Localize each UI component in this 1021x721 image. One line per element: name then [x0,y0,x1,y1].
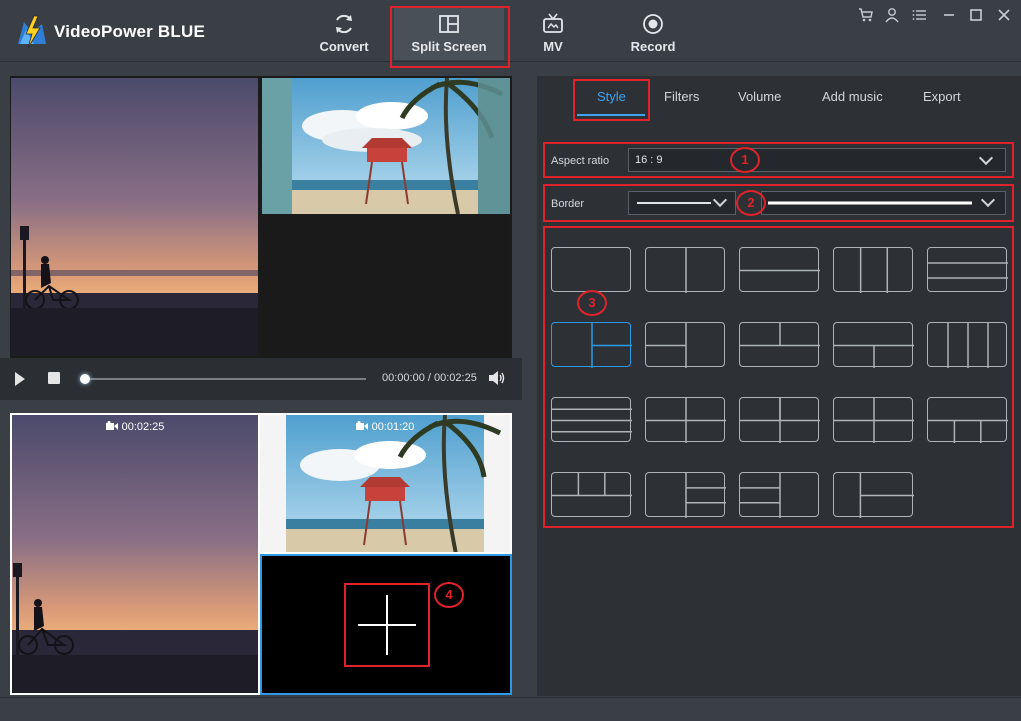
nav-mv[interactable]: MV [498,8,608,60]
layout-option-8[interactable] [739,322,820,367]
status-bar [0,697,1021,721]
nav-convert[interactable]: Convert [289,8,399,60]
top-bar: VideoPower BLUE Convert Split Screen MV … [0,0,1021,68]
nav-record-label: Record [630,39,676,54]
layout-option-11[interactable] [551,397,632,442]
nav-mv-label: MV [543,39,563,54]
annotation-2: 2 [736,190,766,216]
playback-controls: 00:00:00 / 00:02:25 [0,358,522,400]
layout-option-4[interactable] [833,247,913,293]
split-editor: 00:02:25 00:01:20 [10,413,512,695]
beach-lifeguard-preview [262,78,510,214]
aspect-ratio-label: Aspect ratio [551,155,610,167]
tab-add-music[interactable]: Add music [822,89,883,104]
app-logo-icon [18,15,46,49]
clip-2-duration-text: 00:01:20 [371,421,415,433]
settings-panel: Style Filters Volume Add music Export As… [537,76,1021,696]
beach-lifeguard-thumbnail [260,415,510,552]
preview-player [10,76,512,358]
seek-knob[interactable] [80,374,90,384]
minimize-icon[interactable] [939,6,959,24]
close-icon[interactable] [994,6,1014,24]
stop-button[interactable] [48,372,60,384]
seek-bar[interactable] [84,378,366,380]
clip-slot-3-empty[interactable] [260,554,512,695]
cart-icon[interactable] [856,6,876,24]
layout-option-10[interactable] [927,322,1007,368]
plus-icon [358,595,416,655]
aspect-ratio-select[interactable]: 16 : 9 [628,148,1006,172]
layout-option-16[interactable] [551,472,632,517]
split-screen-highlight [390,6,510,68]
app-title: VideoPower BLUE [54,22,205,41]
clip-1-duration: 00:02:25 [12,421,258,433]
refresh-icon [336,14,352,34]
layout-option-13[interactable] [739,397,820,443]
border-style-select[interactable] [628,191,736,215]
menu-icon[interactable] [910,6,930,24]
style-tab-highlight [573,79,650,121]
border-width-select[interactable] [761,191,1006,215]
maximize-icon[interactable] [966,6,986,24]
playback-time: 00:00:00 / 00:02:25 [382,372,477,384]
chevron-down-icon [978,150,994,166]
layout-option-1[interactable] [551,247,631,292]
layout-option-17[interactable] [645,472,726,518]
app-window: VideoPower BLUE Convert Split Screen MV … [0,0,1021,721]
layout-option-7[interactable] [645,322,725,368]
nav-convert-label: Convert [319,39,369,54]
layout-option-15[interactable] [927,397,1008,443]
play-icon[interactable] [14,371,26,387]
border-width-preview-icon [768,201,972,205]
tab-filters[interactable]: Filters [664,89,699,104]
empty-preview-slot [262,216,510,356]
clip-1-duration-text: 00:02:25 [121,421,165,433]
record-icon [643,14,663,34]
layout-option-14[interactable] [833,397,914,443]
tab-export[interactable]: Export [923,89,961,104]
layout-option-5[interactable] [927,247,1008,292]
layout-option-19[interactable] [833,472,914,518]
tv-icon [543,13,563,33]
video-camera-icon [105,421,118,430]
chevron-down-icon [980,192,996,208]
annotation-4: 4 [434,582,464,608]
chevron-down-icon [712,192,728,208]
add-video-button[interactable] [344,583,430,667]
layout-option-3[interactable] [739,247,820,292]
user-icon[interactable] [882,6,902,24]
clip-slot-2[interactable]: 00:01:20 [260,413,512,554]
layout-option-18[interactable] [739,472,819,518]
clip-slot-1[interactable]: 00:02:25 [10,413,260,695]
tab-volume[interactable]: Volume [738,89,781,104]
layout-option-2[interactable] [645,247,725,293]
border-label: Border [551,198,585,210]
layout-option-9[interactable] [833,322,914,368]
sunset-cyclist-preview [11,78,258,356]
nav-record[interactable]: Record [598,8,708,60]
layout-option-6[interactable] [551,322,632,368]
volume-icon[interactable] [488,370,506,386]
video-camera-icon [355,421,368,430]
sunset-cyclist-thumbnail [12,415,258,693]
annotation-1: 1 [730,147,760,173]
clip-2-duration: 00:01:20 [260,421,510,433]
aspect-ratio-value: 16 : 9 [635,154,663,166]
layout-option-12[interactable] [645,397,726,443]
annotation-3: 3 [577,290,607,316]
border-line-style-icon [637,202,711,204]
